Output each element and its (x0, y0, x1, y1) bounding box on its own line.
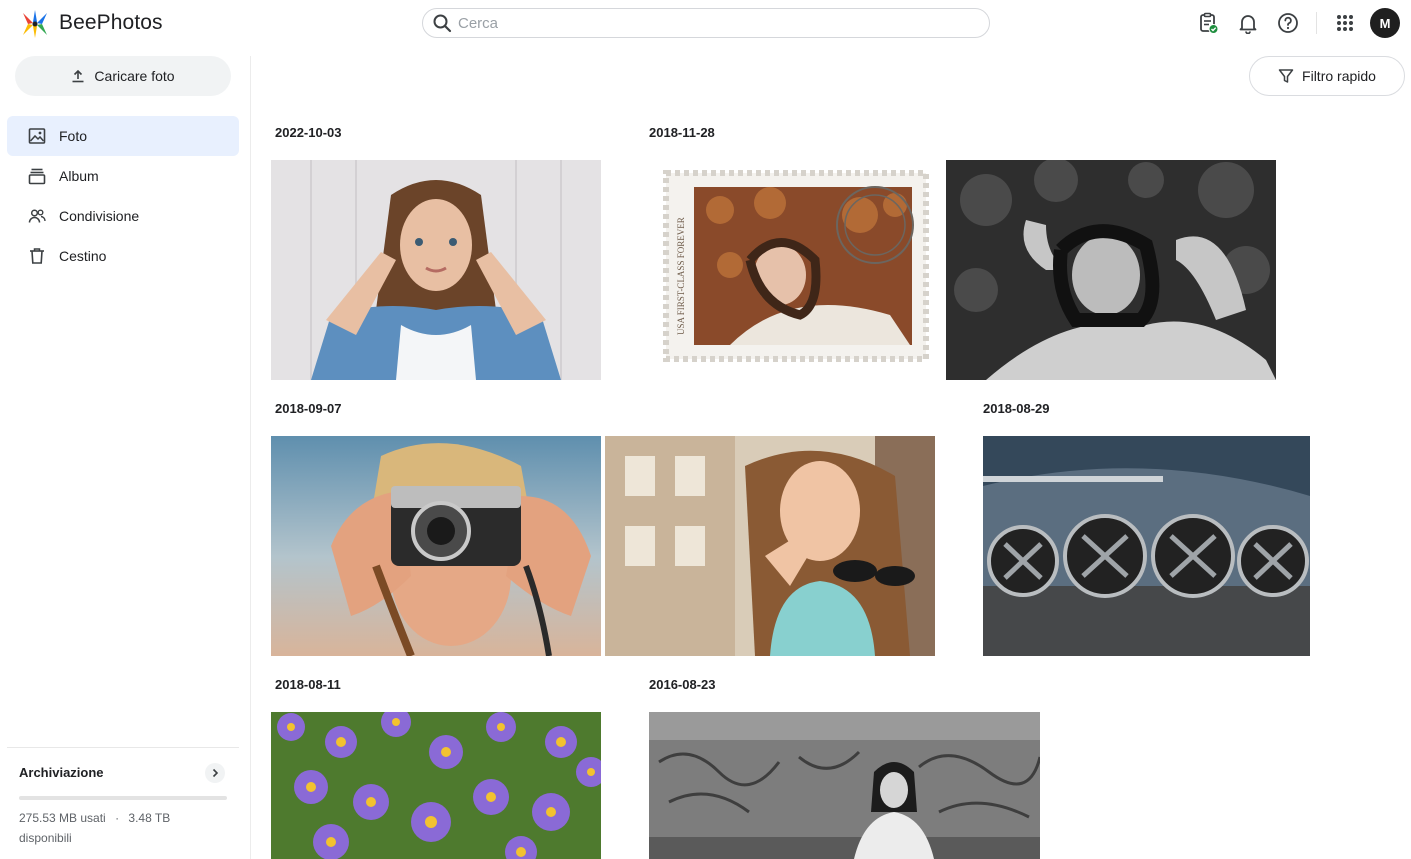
top-bar: BeePhotos Cerca M (0, 0, 1411, 46)
image-icon (27, 126, 47, 146)
sidebar-item-foto[interactable]: Foto (7, 116, 239, 156)
help-icon[interactable] (1276, 11, 1300, 35)
people-icon (27, 206, 47, 226)
photo-thumbnail-purple-flowers[interactable] (271, 712, 601, 859)
photo-thumbnail-woman-sunglasses[interactable] (605, 436, 935, 656)
storage-separator: · (115, 811, 120, 825)
search-input[interactable] (458, 14, 958, 32)
photo-thumbnail-woman-graffiti-bw[interactable] (649, 712, 1040, 859)
sidebar-item-condivisione[interactable]: Condivisione (7, 196, 239, 236)
storage-divider (7, 747, 239, 748)
date-heading: 2022-10-03 (275, 125, 342, 140)
svg-text:USA FIRST-CLASS FOREVER: USA FIRST-CLASS FOREVER (676, 217, 686, 335)
bell-icon[interactable] (1236, 11, 1260, 35)
sidebar-item-label: Condivisione (59, 208, 140, 224)
photo-thumbnail-woman-camera[interactable] (271, 436, 601, 656)
beephotos-logo-icon[interactable] (20, 9, 50, 39)
sidebar-item-label: Album (59, 168, 99, 184)
upload-photo-button[interactable]: Caricare foto (15, 56, 231, 96)
quick-filter-button[interactable]: Filtro rapido (1249, 56, 1405, 96)
search-bar[interactable] (422, 8, 990, 38)
photo-thumbnail-postage-stamp-woman[interactable]: USA FIRST-CLASS FOREVER (660, 165, 930, 365)
sidebar-item-album[interactable]: Album (7, 156, 239, 196)
avatar[interactable]: M (1370, 8, 1400, 38)
date-heading: 2018-09-07 (275, 401, 342, 416)
clipboard-check-icon[interactable] (1196, 11, 1220, 35)
header-divider (1316, 12, 1317, 34)
sidebar-item-label: Cestino (59, 248, 107, 264)
date-heading: 2018-08-29 (983, 401, 1050, 416)
storage-available: 3.48 TB (128, 811, 171, 825)
date-heading: 2018-08-11 (275, 677, 341, 692)
storage-progress-bar (19, 796, 227, 800)
photo-thumbnail-industrial-fans[interactable] (983, 436, 1310, 656)
photo-thumbnail-woman-peace-sign[interactable] (271, 160, 601, 380)
trash-icon (27, 246, 47, 266)
sidebar-border (250, 56, 251, 859)
quick-filter-label: Filtro rapido (1302, 68, 1376, 84)
photo-thumbnail-woman-leaves-bw[interactable] (946, 160, 1276, 380)
storage-used: 275.53 MB usati (19, 811, 106, 825)
date-heading: 2018-11-28 (649, 125, 715, 140)
apps-grid-icon[interactable] (1333, 11, 1357, 35)
upload-icon (72, 69, 84, 83)
chevron-right-icon[interactable] (205, 763, 225, 783)
album-icon (27, 166, 47, 186)
sidebar-item-label: Foto (59, 128, 88, 144)
upload-photo-label: Caricare foto (94, 68, 175, 84)
storage-available-suffix: disponibili (19, 831, 72, 845)
sidebar: Caricare foto Foto Album Condivisione Ce… (0, 46, 250, 859)
sidebar-item-cestino[interactable]: Cestino (7, 236, 239, 276)
search-icon (433, 14, 452, 33)
storage-usage-text: 275.53 MB usati · 3.48 TB disponibili (19, 808, 234, 848)
filter-icon (1278, 69, 1294, 83)
storage-title: Archiviazione (19, 765, 104, 780)
app-name: BeePhotos (59, 11, 163, 34)
date-heading: 2016-08-23 (649, 677, 716, 692)
